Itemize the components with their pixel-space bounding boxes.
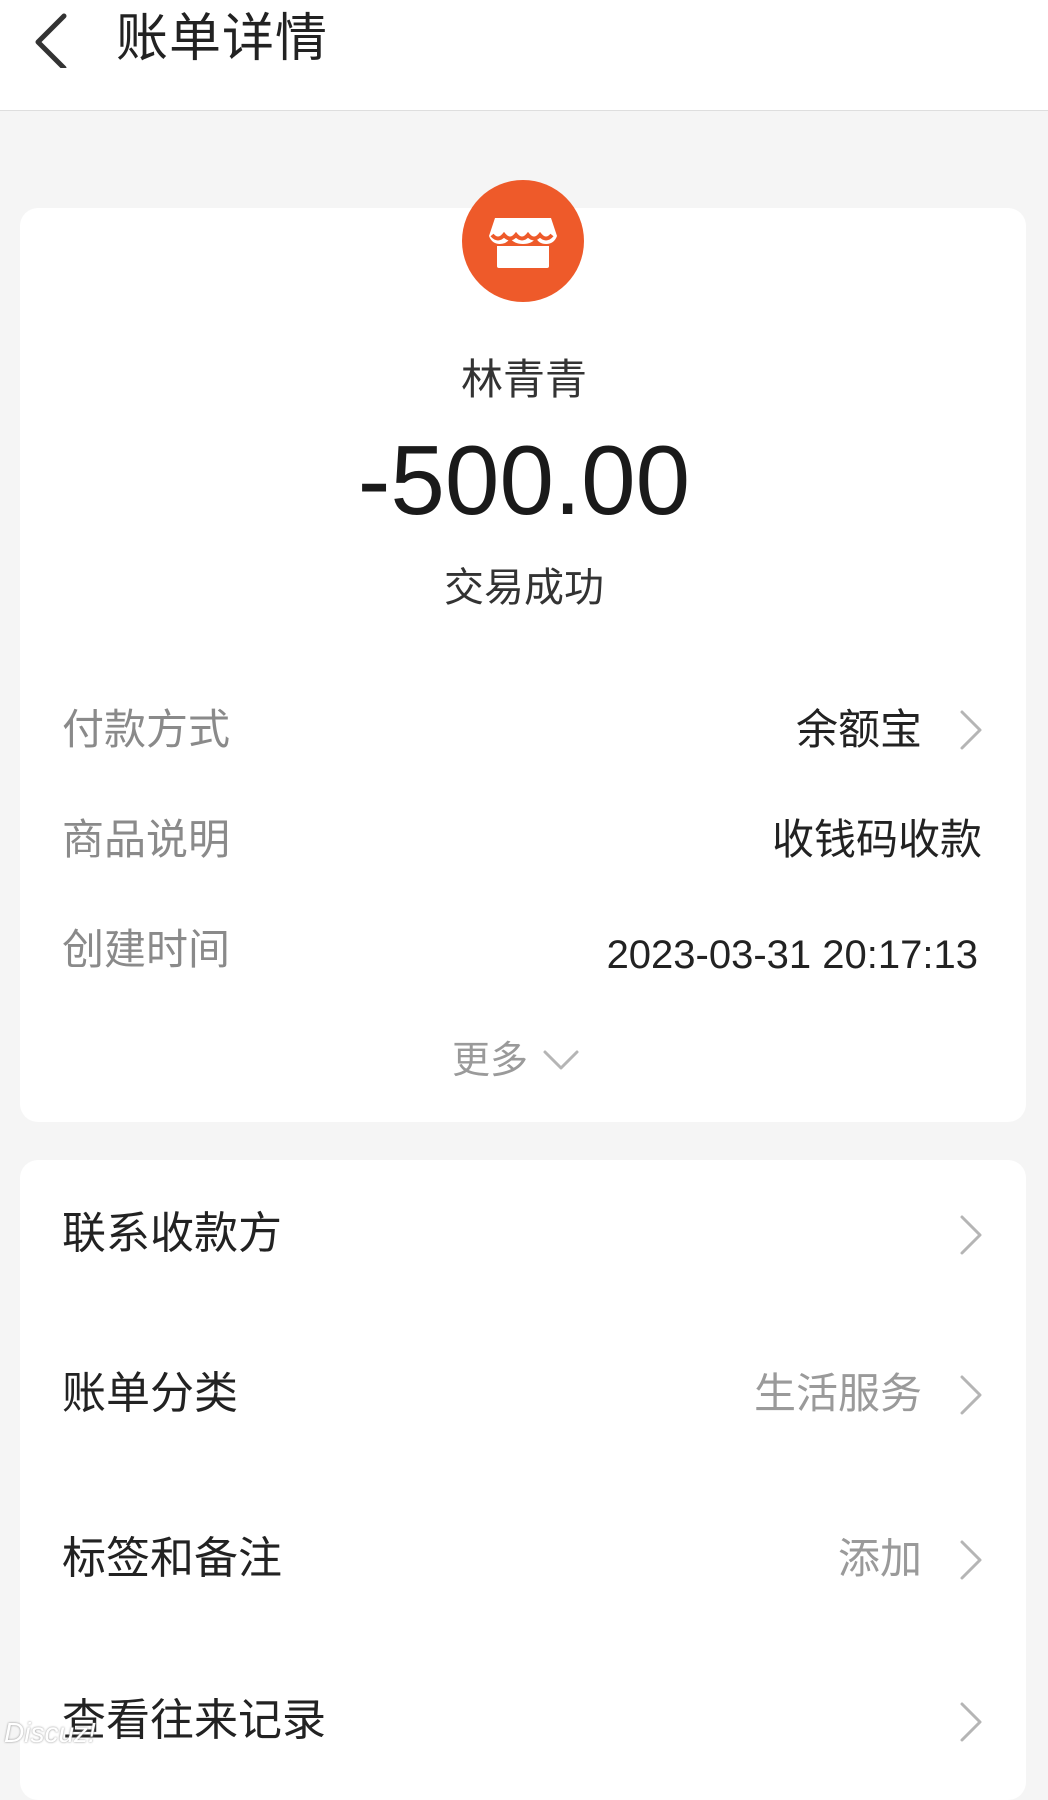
created-time-label: 创建时间 [62, 925, 231, 974]
chevron-right-icon [958, 1538, 984, 1582]
top-bar: 账单详情 [0, 0, 1048, 111]
payment-method-label: 付款方式 [62, 705, 231, 754]
bill-category-label: 账单分类 [62, 1368, 238, 1419]
created-time-value: 2023-03-31 20:17:13 [606, 933, 978, 977]
product-description-value: 收钱码收款 [771, 815, 982, 864]
back-button[interactable] [24, 8, 84, 68]
chevron-right-icon [958, 1373, 984, 1417]
more-toggle[interactable]: 更多 [452, 1030, 580, 1090]
tags-notes-label: 标签和备注 [62, 1533, 282, 1584]
payee-name: 林青青 [460, 355, 587, 404]
back-arrow-icon [35, 13, 67, 68]
bill-category-value: 生活服务 [753, 1369, 922, 1418]
transaction-status: 交易成功 [444, 565, 604, 611]
contact-payee-label: 联系收款方 [62, 1208, 282, 1259]
product-description-label: 商品说明 [62, 815, 231, 864]
chevron-right-icon [958, 1700, 984, 1744]
payment-method-value[interactable]: 余额宝 [796, 700, 922, 760]
chevron-down-icon [543, 1050, 579, 1070]
more-label: 更多 [452, 1038, 529, 1082]
watermark: Discuz! [4, 1717, 96, 1748]
chevron-right-icon [958, 1213, 984, 1257]
page-title: 账单详情 [116, 9, 329, 69]
chevron-right-icon[interactable] [958, 708, 984, 752]
transaction-history-label: 查看往来记录 [62, 1695, 326, 1746]
tags-notes-value: 添加 [837, 1534, 922, 1583]
store-icon [462, 180, 584, 302]
transaction-amount: -500.00 [357, 425, 691, 535]
